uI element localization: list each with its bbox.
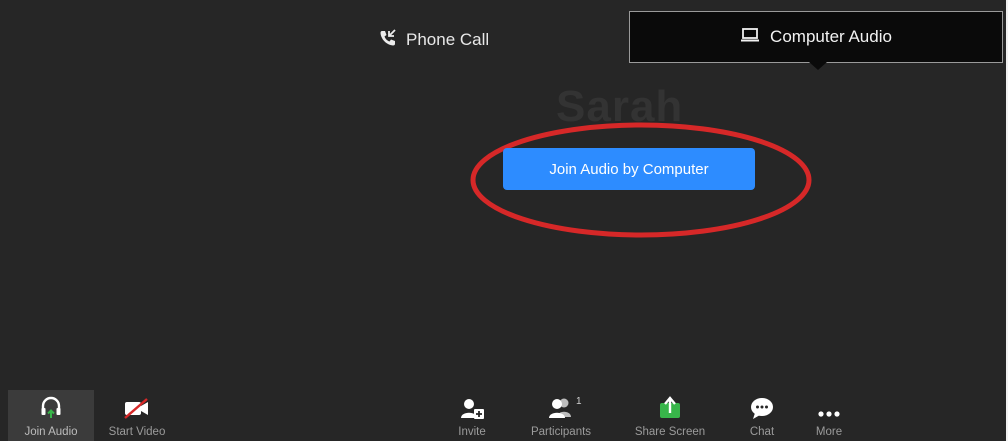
share-screen-button[interactable]: Share Screen: [626, 390, 714, 441]
share-screen-label: Share Screen: [634, 426, 706, 438]
video-off-icon: [124, 398, 148, 419]
share-screen-icon: [660, 396, 680, 418]
more-icon: [818, 411, 840, 417]
active-tab-pointer: [809, 62, 827, 70]
join-audio-label: Join Audio: [24, 426, 78, 438]
chat-label: Chat: [749, 426, 775, 438]
meeting-window: Phone Call Computer Audio Sarah Join Aud…: [0, 0, 1008, 441]
tab-computer-audio[interactable]: Computer Audio: [629, 11, 1003, 63]
meeting-toolbar: Join Audio Start Video Invite 1 Particip…: [0, 390, 1006, 441]
start-video-label: Start Video: [108, 426, 166, 438]
tab-computer-audio-label: Computer Audio: [770, 27, 892, 46]
start-video-button[interactable]: Start Video: [94, 390, 180, 441]
headphones-icon: [41, 396, 61, 418]
invite-button[interactable]: Invite: [448, 390, 496, 441]
invite-label: Invite: [458, 426, 486, 438]
join-audio-by-computer-button[interactable]: Join Audio by Computer: [503, 148, 755, 190]
phone-icon: [378, 28, 398, 53]
laptop-icon: [740, 27, 760, 48]
more-label: More: [815, 426, 843, 438]
tab-phone-call-label: Phone Call: [406, 30, 490, 49]
invite-icon: [461, 399, 484, 419]
participants-label: Participants: [530, 426, 592, 438]
chat-icon: [751, 398, 773, 419]
chat-button[interactable]: Chat: [738, 390, 786, 441]
join-audio-button[interactable]: Join Audio: [8, 390, 94, 441]
more-button[interactable]: More: [805, 390, 853, 441]
audio-options-bar: Phone Call Computer Audio: [0, 0, 1006, 80]
participants-count-badge: 1: [576, 396, 582, 407]
tab-phone-call[interactable]: Phone Call: [378, 28, 489, 52]
participants-icon: [549, 398, 571, 418]
participants-button[interactable]: 1 Participants: [520, 390, 602, 441]
